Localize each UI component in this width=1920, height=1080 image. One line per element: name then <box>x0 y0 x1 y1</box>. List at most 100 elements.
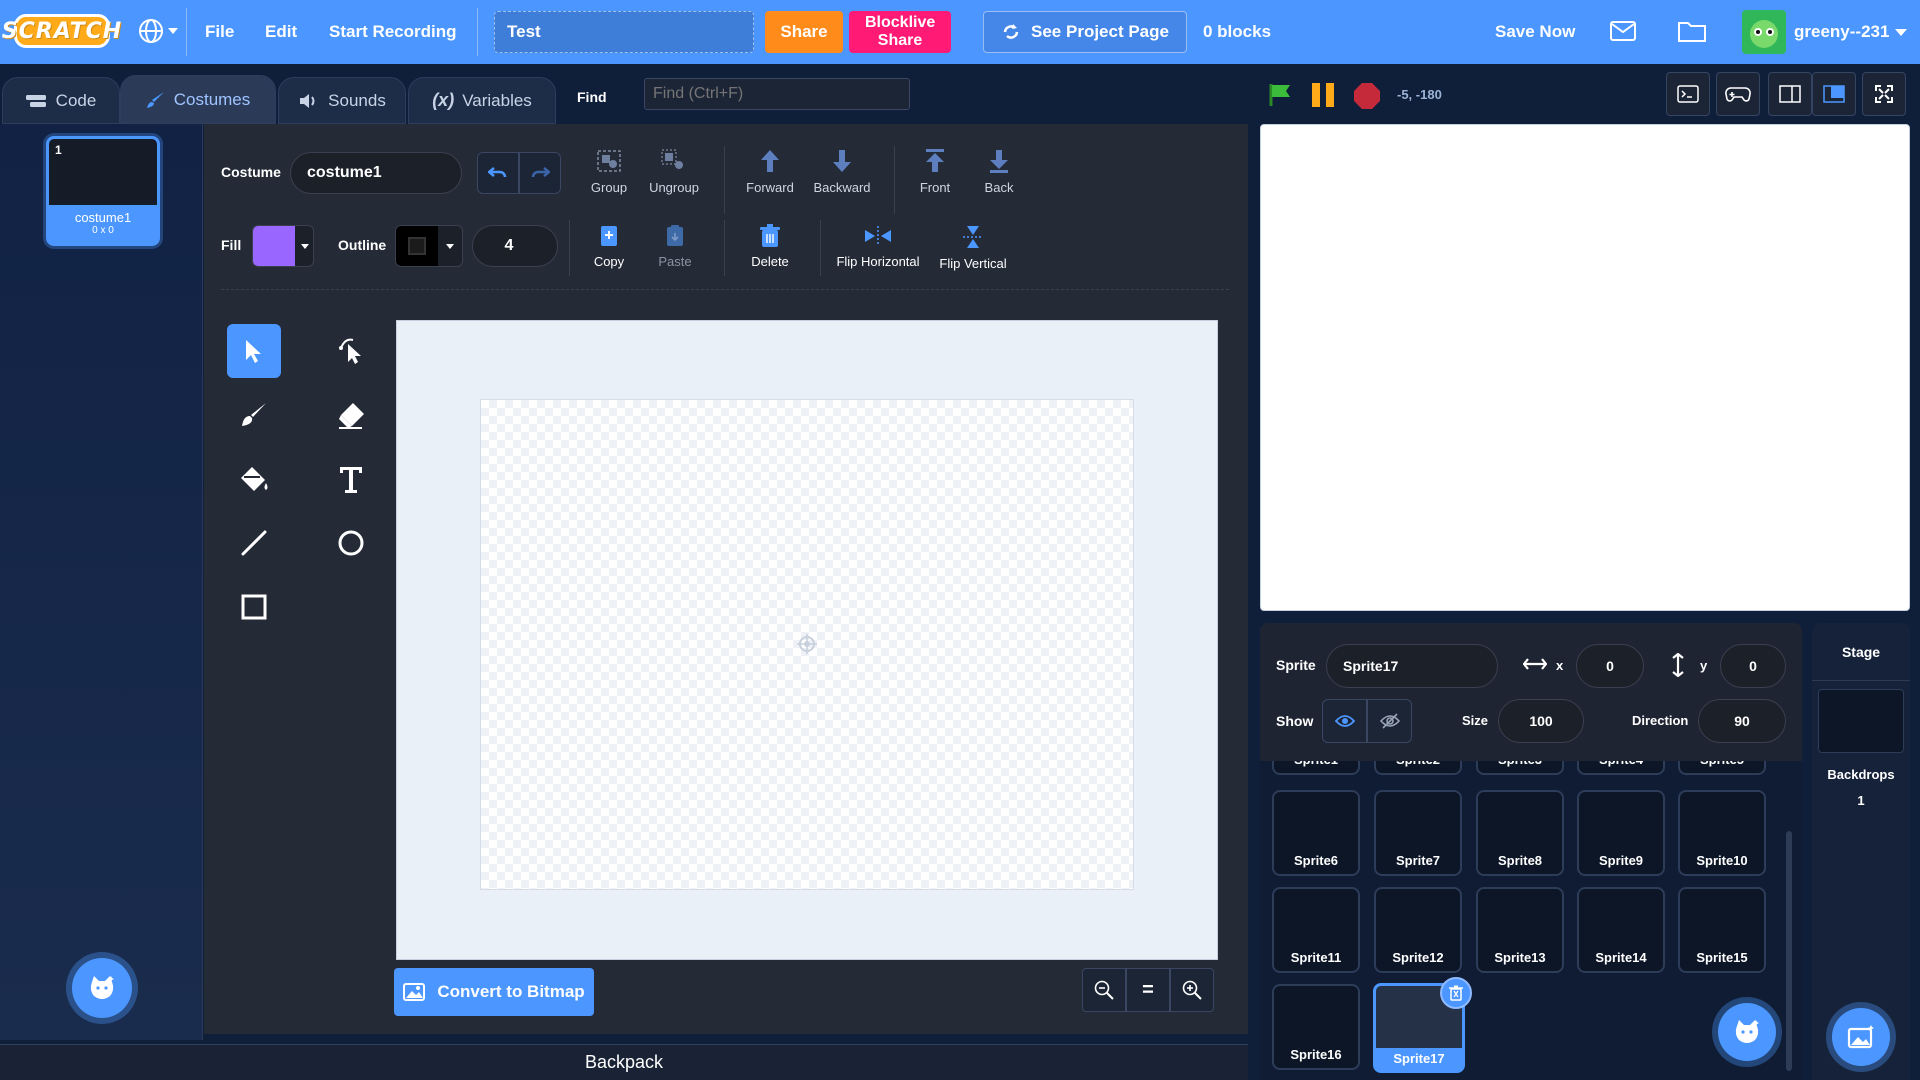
sprite-item[interactable]: Sprite12 <box>1374 887 1462 973</box>
delete-button[interactable]: Delete <box>742 224 798 269</box>
sprite-item[interactable]: Sprite16 <box>1272 984 1360 1070</box>
tab-code[interactable]: Code <box>2 77 120 124</box>
sprite-item[interactable]: Sprite2 <box>1374 761 1462 775</box>
normal-stage-icon[interactable] <box>1812 72 1856 116</box>
sprite-list-scrollbar[interactable] <box>1786 831 1792 1071</box>
eraser-icon <box>339 403 364 429</box>
backpack[interactable]: Backpack <box>0 1044 1248 1080</box>
group-button[interactable]: Group <box>581 148 637 195</box>
circle-tool[interactable] <box>324 516 378 570</box>
y-input[interactable]: 0 <box>1720 644 1786 688</box>
hide-sprite-button[interactable] <box>1367 699 1412 743</box>
stage-canvas[interactable] <box>1260 124 1910 611</box>
front-button[interactable]: Front <box>908 148 962 195</box>
chevron-down-icon[interactable] <box>1895 29 1907 36</box>
direction-input[interactable]: 90 <box>1698 699 1786 743</box>
convert-to-bitmap-button[interactable]: Convert to Bitmap <box>394 968 594 1016</box>
see-project-page-button[interactable]: See Project Page <box>983 11 1187 53</box>
text-tool[interactable] <box>324 452 378 506</box>
redo-button[interactable] <box>519 152 561 194</box>
paste-button[interactable]: Paste <box>647 224 703 269</box>
speaker-icon <box>300 93 315 108</box>
gamepad-icon[interactable] <box>1716 72 1760 116</box>
show-sprite-button[interactable] <box>1322 699 1367 743</box>
sprite-item[interactable]: Sprite8 <box>1476 790 1564 876</box>
select-tool[interactable] <box>227 324 281 378</box>
size-input[interactable]: 100 <box>1498 699 1584 743</box>
small-stage-icon[interactable] <box>1768 72 1812 116</box>
backward-button[interactable]: Backward <box>807 148 877 195</box>
choose-backdrop-button[interactable] <box>1832 1008 1890 1066</box>
scratch-logo[interactable]: SCRATCH <box>2 14 121 48</box>
undo-button[interactable] <box>477 152 519 194</box>
save-now-button[interactable]: Save Now <box>1495 0 1575 64</box>
sprite-item[interactable]: Sprite10 <box>1678 790 1766 876</box>
pause-icon[interactable] <box>1310 81 1336 109</box>
find-input[interactable] <box>644 78 910 110</box>
line-tool[interactable] <box>227 516 281 570</box>
sprite-item[interactable]: Sprite1 <box>1272 761 1360 775</box>
tab-costumes[interactable]: Costumes <box>120 75 276 124</box>
fill-tool[interactable] <box>227 452 281 506</box>
mouse-coords: -5, -180 <box>1397 87 1442 102</box>
sprite-item[interactable]: Sprite5 <box>1678 761 1766 775</box>
flip-vertical-button[interactable]: Flip Vertical <box>934 224 1012 271</box>
globe-icon[interactable] <box>138 18 178 44</box>
zoom-out-button[interactable] <box>1082 968 1126 1012</box>
delete-sprite-button[interactable] <box>1440 977 1472 1009</box>
choose-costume-button[interactable] <box>72 958 132 1018</box>
edit-menu[interactable]: Edit <box>265 0 297 64</box>
ungroup-button[interactable]: Ungroup <box>643 148 705 195</box>
y-label: y <box>1700 658 1708 673</box>
forward-button[interactable]: Forward <box>740 148 800 195</box>
sprite-item[interactable]: Sprite13 <box>1476 887 1564 973</box>
share-button[interactable]: Share <box>765 11 843 53</box>
blocklive-share-button[interactable]: Blocklive Share <box>849 11 951 53</box>
outline-width-input[interactable]: 4 <box>472 225 558 267</box>
tab-variables[interactable]: (x) Variables <box>408 77 556 124</box>
sprite-item[interactable]: Sprite9 <box>1577 790 1665 876</box>
flip-horizontal-button[interactable]: Flip Horizontal <box>832 224 924 269</box>
backdrop-thumbnail[interactable] <box>1818 689 1904 753</box>
choose-sprite-button[interactable] <box>1718 1003 1776 1061</box>
file-menu[interactable]: File <box>205 0 234 64</box>
avatar[interactable] <box>1742 10 1786 54</box>
fill-color-picker[interactable] <box>252 225 314 267</box>
start-recording-button[interactable]: Start Recording <box>329 0 457 64</box>
costume-item[interactable]: 1 costume1 0 x 0 <box>46 136 160 246</box>
fullscreen-icon[interactable] <box>1862 72 1906 116</box>
sprite-info-panel: Sprite Sprite17 x 0 y 0 Show Size 100 Di… <box>1260 623 1802 761</box>
costume-name-input[interactable]: costume1 <box>290 152 462 194</box>
stop-icon[interactable] <box>1353 82 1381 110</box>
convert-label: Convert to Bitmap <box>437 982 585 1001</box>
back-button[interactable]: Back <box>972 148 1026 195</box>
brush-tool[interactable] <box>227 388 281 442</box>
stage-selector[interactable]: Stage Backdrops 1 <box>1812 623 1910 1080</box>
sprite-item[interactable]: Sprite3 <box>1476 761 1564 775</box>
tab-sounds[interactable]: Sounds <box>278 77 406 124</box>
copy-button[interactable]: Copy <box>581 224 637 269</box>
x-input[interactable]: 0 <box>1576 644 1644 688</box>
sprite-item[interactable]: Sprite14 <box>1577 887 1665 973</box>
rectangle-tool[interactable] <box>227 580 281 634</box>
sprite-item[interactable]: Sprite7 <box>1374 790 1462 876</box>
messages-icon[interactable] <box>1610 20 1636 42</box>
reshape-tool[interactable] <box>324 324 378 378</box>
project-title-input[interactable]: Test <box>494 11 754 53</box>
outline-color-picker[interactable] <box>395 225 463 267</box>
my-stuff-folder-icon[interactable] <box>1678 20 1706 42</box>
console-icon[interactable] <box>1666 72 1710 116</box>
sprite-item[interactable]: Sprite11 <box>1272 887 1360 973</box>
zoom-reset-button[interactable]: = <box>1126 968 1170 1012</box>
front-icon <box>926 149 944 172</box>
username[interactable]: greeny--231 <box>1794 0 1889 64</box>
trash-icon <box>1449 985 1463 1001</box>
eraser-tool[interactable] <box>324 388 378 442</box>
green-flag-icon[interactable] <box>1268 82 1294 108</box>
sprite-item[interactable]: Sprite15 <box>1678 887 1766 973</box>
sprite-item[interactable]: Sprite4 <box>1577 761 1665 775</box>
zoom-in-button[interactable] <box>1170 968 1214 1012</box>
remix-icon <box>1003 24 1019 39</box>
sprite-item[interactable]: Sprite6 <box>1272 790 1360 876</box>
sprite-name-input[interactable]: Sprite17 <box>1326 644 1498 688</box>
